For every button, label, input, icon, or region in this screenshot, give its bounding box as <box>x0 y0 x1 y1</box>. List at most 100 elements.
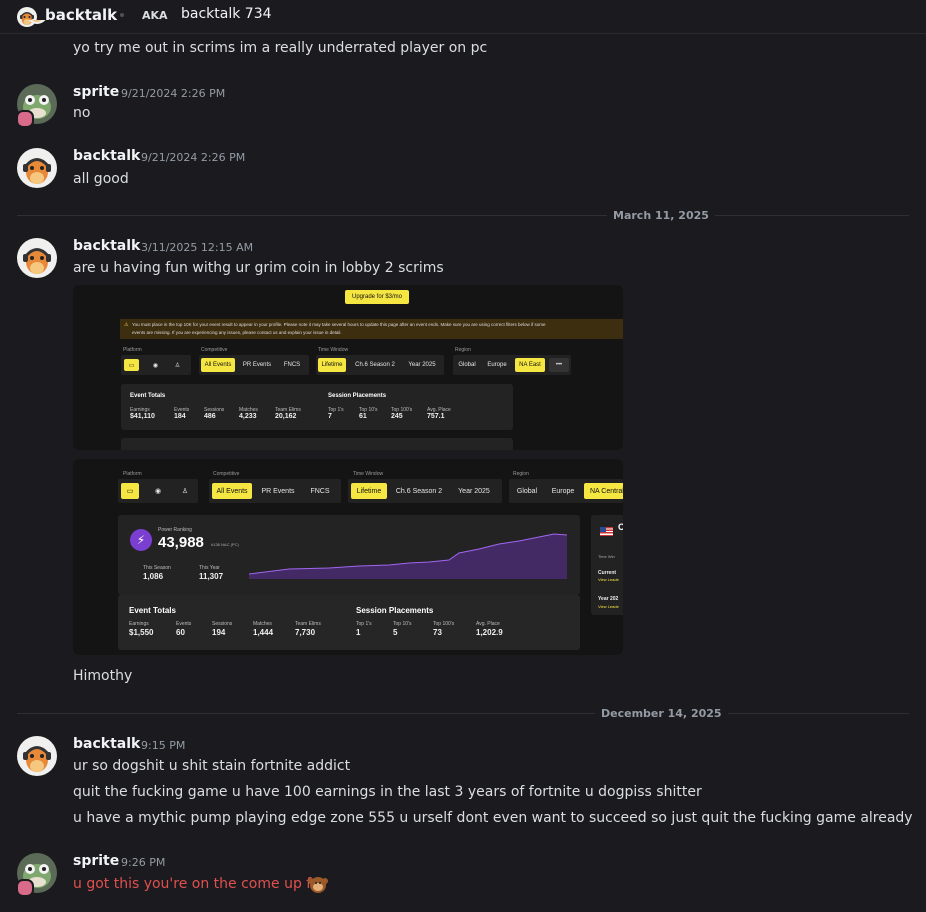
stat-label: Matches <box>253 621 272 627</box>
avatar[interactable] <box>17 20 57 42</box>
filter-pr-events[interactable]: PR Events <box>256 483 300 499</box>
stat-label: Top 10's <box>393 621 412 627</box>
filter-season[interactable]: Ch.6 Season 2 <box>391 483 447 499</box>
filter-europe[interactable]: Europe <box>483 358 511 372</box>
filter-label: Region <box>455 347 471 353</box>
stat-value: 1 <box>356 628 361 637</box>
stat-label: Events <box>176 621 192 627</box>
message-text: are u having fun withg ur grim coin in l… <box>73 260 444 276</box>
lightning-icon: ⚡ <box>130 529 152 551</box>
side-link[interactable]: View Leade <box>598 604 619 609</box>
filter-fncs[interactable]: FNCS <box>279 358 305 372</box>
warning-icon: ⚠ <box>124 322 129 328</box>
stat-label: Earnings <box>129 621 149 627</box>
filter-na-central[interactable]: NA Central <box>584 483 623 499</box>
power-ranking-value: 43,988 <box>158 534 204 551</box>
avatar[interactable] <box>17 238 57 278</box>
avatar[interactable] <box>17 148 57 188</box>
filter-lifetime[interactable]: Lifetime <box>351 483 387 499</box>
power-ranking-chart <box>249 533 568 579</box>
filter-global[interactable]: Global <box>512 483 542 499</box>
channel-header: backtalk AKA backtalk 734 <box>0 0 926 34</box>
filter-all-events[interactable]: All Events <box>212 483 252 499</box>
stat-label: Team Elims <box>295 621 321 627</box>
stat-value: 184 <box>174 413 186 420</box>
avatar-badge-icon <box>16 110 34 128</box>
filter-fncs[interactable]: FNCS <box>305 483 335 499</box>
stat-value: 61 <box>359 413 367 420</box>
more-icon[interactable]: ••• <box>549 358 569 372</box>
stat-value: $41,110 <box>130 413 155 420</box>
filter-lifetime[interactable]: Lifetime <box>318 358 346 372</box>
message-timestamp: 9/21/2024 2:26 PM <box>121 87 226 100</box>
power-ranking-rank: #138 NAC (PC) <box>211 542 239 547</box>
filter-label: Platform <box>123 347 142 353</box>
avatar[interactable] <box>17 736 57 776</box>
stat-label: Top 100's <box>433 621 455 627</box>
filter-pr-events[interactable]: PR Events <box>239 358 275 372</box>
stat-value: $1,550 <box>129 628 154 637</box>
stat-label: Top 1's <box>356 621 372 627</box>
message-timestamp: 9:26 PM <box>121 856 166 869</box>
attachment-image[interactable]: Upgrade for $3/mo ⚠ You must place in th… <box>73 285 623 450</box>
stat-value: 194 <box>212 628 226 637</box>
filter-europe[interactable]: Europe <box>546 483 580 499</box>
message-author[interactable]: backtalk <box>73 238 140 254</box>
section-title: Event Totals <box>130 393 166 399</box>
date-divider-label: December 14, 2025 <box>595 707 728 720</box>
warning-text: You must place in the top 10K for your e… <box>132 322 546 327</box>
cut-off-panel <box>121 438 513 450</box>
filter-label: Time Window <box>318 347 349 353</box>
stat-value: 11,307 <box>199 572 224 581</box>
message-author[interactable]: backtalk <box>73 148 140 164</box>
stat-value: 73 <box>433 628 442 637</box>
section-title: Event Totals <box>129 606 176 615</box>
filter-all-events[interactable]: All Events <box>201 358 235 372</box>
filter-season[interactable]: Ch.6 Season 2 <box>349 358 401 372</box>
message-timestamp: 9:15 PM <box>141 739 186 752</box>
side-label: Current <box>598 570 617 576</box>
message-timestamp: 3/11/2025 12:15 AM <box>141 241 254 254</box>
filter-year[interactable]: Year 2025 <box>403 358 441 372</box>
warning-text-2: events are missing. If you are experienc… <box>132 330 342 335</box>
filter-label: Platform <box>123 471 142 477</box>
filter-na-east[interactable]: NA East <box>515 358 545 372</box>
stat-value: 20,162 <box>275 413 297 420</box>
message-timestamp: 9/21/2024 2:26 PM <box>141 151 246 164</box>
controller-icon[interactable]: ◉ <box>148 359 163 371</box>
stat-value: 4,233 <box>239 413 257 420</box>
header-alias: backtalk 734 <box>181 6 272 22</box>
side-link[interactable]: View Leade <box>598 577 619 582</box>
keyboard-icon[interactable]: ▭ <box>124 359 139 371</box>
stat-label: Sessions <box>212 621 233 627</box>
section-title: Session Placements <box>328 393 387 399</box>
filter-label: Time Window <box>353 471 384 477</box>
stat-value: 7,730 <box>295 628 316 637</box>
side-label: Year 202 <box>598 596 619 602</box>
message-author[interactable]: backtalk <box>73 736 140 752</box>
monkey-emoji <box>308 877 328 893</box>
message-text: no <box>73 105 91 121</box>
filter-label: Region <box>513 471 529 477</box>
mobile-icon[interactable]: ♙ <box>176 483 194 499</box>
filter-label: Competitive <box>213 471 240 477</box>
keyboard-icon[interactable]: ▭ <box>121 483 139 499</box>
attachment-image[interactable]: Platform ▭ ◉ ♙ Competitive All Events PR… <box>73 459 623 655</box>
aka-label: AKA <box>142 9 168 22</box>
message-text: Himothy <box>73 668 133 684</box>
message-author[interactable]: sprite <box>73 84 119 100</box>
filter-global[interactable]: Global <box>455 358 479 372</box>
stat-value: 7 <box>328 413 332 420</box>
stat-value: 245 <box>391 413 403 420</box>
mobile-icon[interactable]: ♙ <box>170 359 185 371</box>
message-author[interactable]: sprite <box>73 853 119 869</box>
side-label: Time Win <box>598 554 615 559</box>
controller-icon[interactable]: ◉ <box>149 483 167 499</box>
filter-year[interactable]: Year 2025 <box>451 483 497 499</box>
section-title: Session Placements <box>356 606 434 615</box>
stat-value: 5 <box>393 628 398 637</box>
stat-label: This Season <box>143 565 171 571</box>
upgrade-button[interactable]: Upgrade for $3/mo <box>345 290 409 304</box>
stat-label: This Year <box>199 565 220 571</box>
us-flag-icon <box>600 527 613 536</box>
